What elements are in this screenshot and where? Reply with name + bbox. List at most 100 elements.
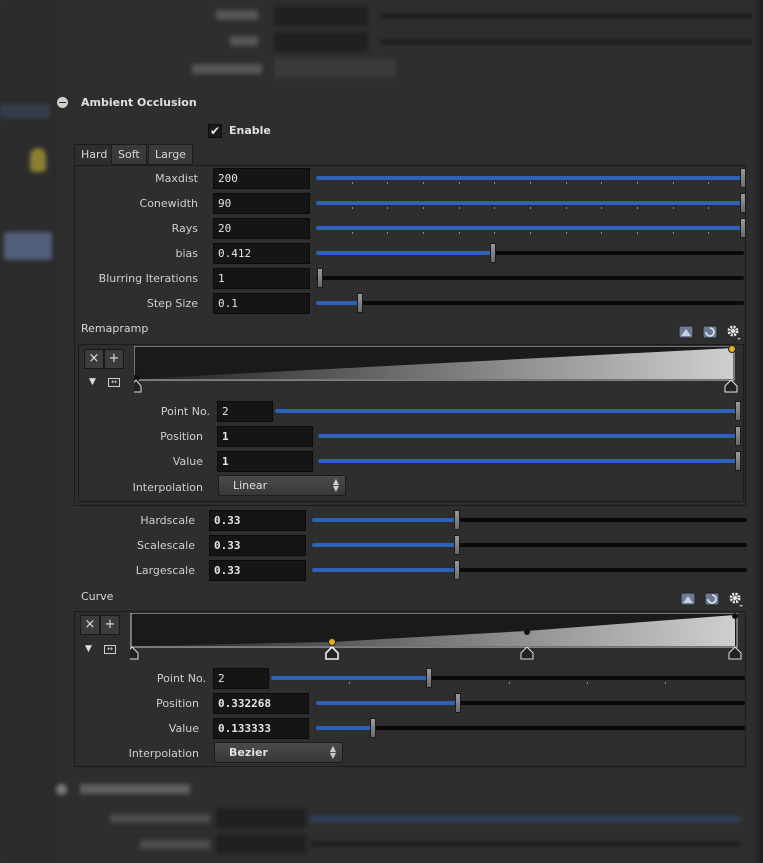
bottom-blurred-section <box>50 778 760 863</box>
ramp-value-field[interactable]: 1 <box>217 451 313 472</box>
slider-knob[interactable] <box>740 218 746 238</box>
param-field[interactable]: 90 <box>213 193 310 214</box>
param-slider[interactable] <box>316 293 744 313</box>
curve-fit-view-icon[interactable]: ↔ <box>104 645 116 654</box>
enable-checkbox[interactable]: ✔ <box>208 124 222 138</box>
slider-knob[interactable] <box>454 510 460 530</box>
scale-field[interactable]: 0.33 <box>209 560 306 581</box>
param-label: Conewidth <box>139 197 198 210</box>
remove-point-button[interactable]: × <box>84 349 104 369</box>
curve-position-field[interactable]: 0.332268 <box>213 693 309 714</box>
slider-tick <box>637 182 638 184</box>
slider-knob[interactable] <box>317 268 323 288</box>
curve-remove-point-button[interactable]: × <box>80 615 100 635</box>
curve-dropdown-arrows-icon: ▲ ▼ <box>329 744 336 760</box>
slider-tick <box>673 182 674 184</box>
param-label: Step Size <box>146 297 198 310</box>
param-slider[interactable] <box>316 218 746 238</box>
ramp-value-slider[interactable] <box>318 451 741 471</box>
slider-tick <box>708 232 709 234</box>
gear-icon[interactable] <box>725 323 743 341</box>
slider-tick <box>566 232 567 234</box>
ramp-position-field[interactable]: 1 <box>217 426 313 447</box>
ramp-position-label: Position <box>160 430 203 443</box>
remapramp-editor[interactable] <box>134 346 742 394</box>
slider-fill <box>316 301 359 305</box>
slider-knob[interactable] <box>490 243 496 263</box>
scale-slider[interactable] <box>312 535 747 555</box>
slider-knob[interactable] <box>454 535 460 555</box>
param-label: Maxdist <box>155 172 198 185</box>
scale-slider[interactable] <box>312 560 747 580</box>
slider-tick <box>352 232 353 234</box>
curve-position-label: Position <box>156 697 199 710</box>
scale-label: Scalescale <box>137 539 195 552</box>
slider-tick <box>494 232 495 234</box>
slider-tick <box>566 182 567 184</box>
ramp-interp-value: Linear <box>233 479 268 492</box>
ramp-interp-dropdown[interactable]: Linear ▲ ▼ <box>218 475 346 496</box>
curve-value-slider[interactable] <box>316 718 745 738</box>
slider-knob[interactable] <box>357 293 363 313</box>
param-field[interactable]: 0.412 <box>213 243 310 264</box>
tab-hard[interactable]: Hard <box>74 144 115 165</box>
ramp-position-slider[interactable] <box>318 426 741 446</box>
curve-preset-icon[interactable] <box>680 591 696 607</box>
param-slider[interactable] <box>316 168 746 188</box>
slider-tick <box>423 232 424 234</box>
curve-position-slider[interactable] <box>316 693 745 713</box>
scale-field[interactable]: 0.33 <box>209 510 306 531</box>
curve-value-field[interactable]: 0.133333 <box>213 718 309 739</box>
slider-tick <box>459 207 460 209</box>
slider-knob[interactable] <box>740 168 746 188</box>
scale-field[interactable]: 0.33 <box>209 535 306 556</box>
sidebar-highlight <box>0 104 50 118</box>
curve-interp-label: Interpolation <box>128 747 199 760</box>
ramp-point-no-label: Point No. <box>160 405 210 418</box>
param-field[interactable]: 0.1 <box>213 293 310 314</box>
scrollbar-track[interactable] <box>752 0 763 863</box>
slider-knob[interactable] <box>740 193 746 213</box>
slider-knob[interactable] <box>454 560 460 580</box>
curve-editor[interactable] <box>130 613 744 661</box>
ramp-preset-icon[interactable] <box>678 324 694 340</box>
curve-label: Curve <box>81 590 114 603</box>
curve-point-no-slider[interactable] <box>271 668 745 688</box>
param-field[interactable]: 200 <box>213 168 310 189</box>
ramp-value-label: Value <box>172 455 203 468</box>
scale-slider[interactable] <box>312 510 747 530</box>
expand-arrow-icon[interactable]: ▼ <box>89 377 96 387</box>
slider-tick <box>459 232 460 234</box>
slider-tick <box>601 207 602 209</box>
param-field[interactable]: 1 <box>213 268 310 289</box>
fit-view-icon[interactable]: ↔ <box>108 378 120 387</box>
tab-large[interactable]: Large <box>148 144 193 165</box>
param-slider[interactable] <box>316 193 746 213</box>
ramp-point-no-slider[interactable] <box>275 401 741 421</box>
tab-soft[interactable]: Soft <box>111 144 147 165</box>
ramp-point-no-field[interactable]: 2 <box>217 401 273 422</box>
slider-fill <box>316 226 744 230</box>
slider-tick <box>352 182 353 184</box>
ramp-reset-icon[interactable] <box>702 324 718 340</box>
param-slider[interactable] <box>316 243 744 263</box>
slider-tick <box>637 232 638 234</box>
slider-fill <box>312 568 456 572</box>
slider-tick <box>423 182 424 184</box>
section-title: Ambient Occlusion <box>81 96 197 109</box>
param-field[interactable]: 20 <box>213 218 310 239</box>
curve-gear-icon[interactable] <box>727 590 745 608</box>
curve-reset-icon[interactable] <box>704 591 720 607</box>
curve-expand-arrow-icon[interactable]: ▼ <box>85 644 92 654</box>
curve-interp-dropdown[interactable]: Bezier ▲ ▼ <box>214 742 343 763</box>
top-blurred-params <box>60 0 763 90</box>
curve-add-point-button[interactable]: + <box>100 615 120 635</box>
slider-tick <box>708 207 709 209</box>
add-point-button[interactable]: + <box>104 349 124 369</box>
slider-tick <box>387 182 388 184</box>
curve-point-no-field[interactable]: 2 <box>213 668 269 689</box>
scale-label: Hardscale <box>140 514 195 527</box>
param-slider[interactable] <box>316 268 744 288</box>
collapse-icon[interactable] <box>57 97 68 108</box>
slider-tick <box>601 182 602 184</box>
